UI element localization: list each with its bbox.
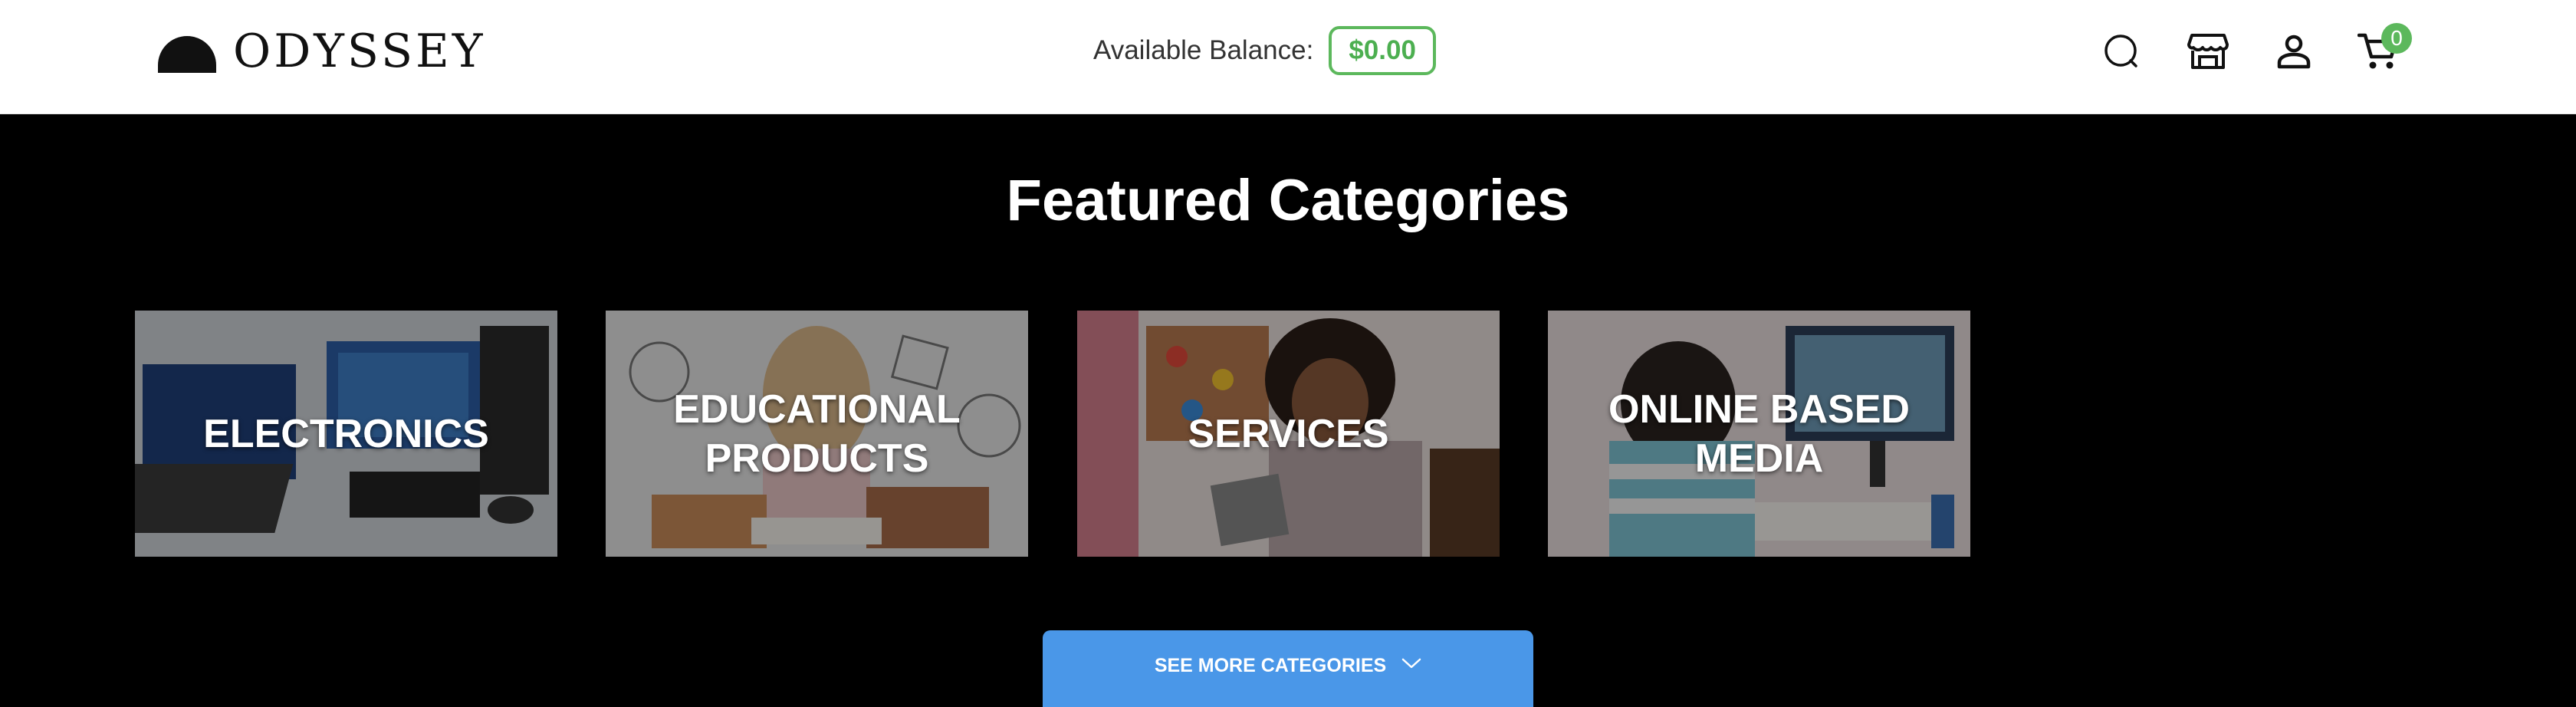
cart-count-badge: 0 xyxy=(2381,23,2412,54)
see-more-categories-button[interactable]: SEE MORE CATEGORIES xyxy=(1043,630,1533,707)
category-card-services[interactable]: SERVICES xyxy=(1077,311,1500,557)
featured-categories-title: Featured Categories xyxy=(1006,168,1570,233)
balance-amount: $0.00 xyxy=(1329,26,1436,75)
category-label: EDUCATIONAL PRODUCTS xyxy=(673,386,961,481)
store-button[interactable] xyxy=(2186,29,2230,74)
search-button[interactable] xyxy=(2099,29,2144,74)
site-logo[interactable]: ODYSSEY xyxy=(158,28,485,75)
search-icon xyxy=(2104,35,2137,67)
logo-text: ODYSSEY xyxy=(233,25,486,78)
balance-label: Available Balance: xyxy=(1093,35,1314,65)
store-icon xyxy=(2187,34,2229,69)
category-label: ONLINE BASED MEDIA xyxy=(1608,386,1910,481)
logo-mark-icon xyxy=(158,36,216,73)
account-icon xyxy=(2277,35,2311,69)
chevron-down-icon xyxy=(1401,658,1421,669)
balance-display: Available Balance: $0.00 xyxy=(1093,26,1436,75)
category-label: SERVICES xyxy=(1188,411,1389,456)
category-card-online-based-media[interactable]: ONLINE BASED MEDIA xyxy=(1548,311,1970,557)
category-card-educational-products[interactable]: EDUCATIONAL PRODUCTS xyxy=(606,311,1028,557)
see-more-label: SEE MORE CATEGORIES xyxy=(1154,655,1387,676)
category-card-electronics[interactable]: ELECTRONICS xyxy=(135,311,557,557)
category-label: ELECTRONICS xyxy=(203,411,489,456)
site-header: ODYSSEY Available Balance: $0.00 0 xyxy=(0,0,2576,114)
account-button[interactable] xyxy=(2272,29,2316,74)
